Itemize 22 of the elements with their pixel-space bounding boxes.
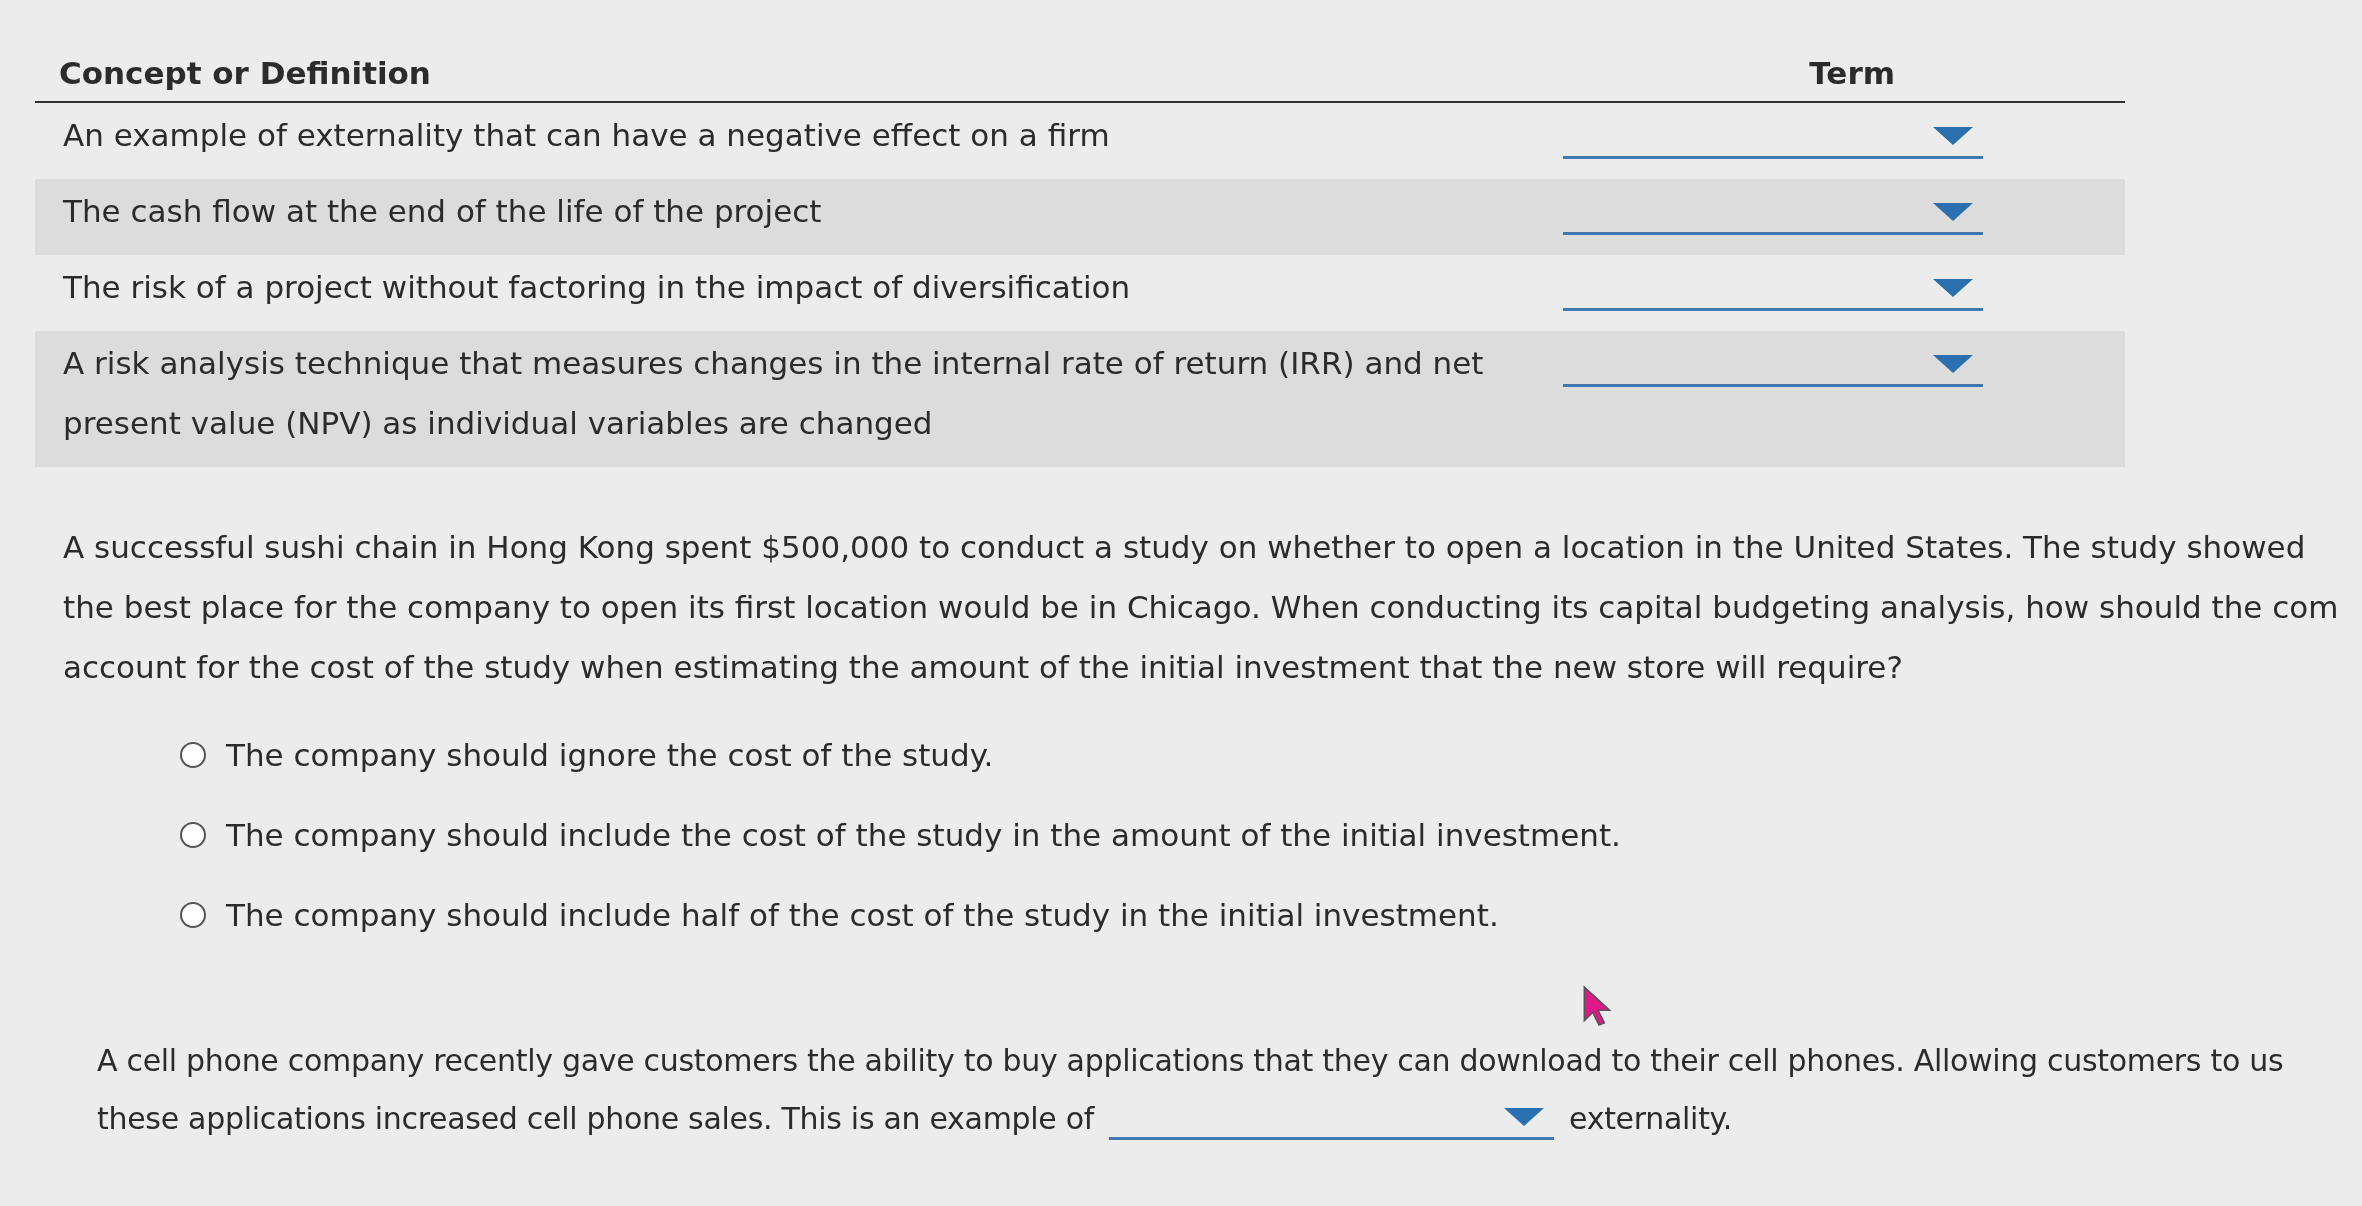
option-label: The company should include half of the cost of the study in the initial investment. [226, 897, 1499, 933]
radio-button[interactable] [180, 742, 206, 768]
column-header: Term [1809, 55, 1895, 91]
radio-button[interactable] [180, 822, 206, 848]
definition-text: An example of externality that can have a negative effect on a firm [63, 116, 1111, 155]
question-text: A successful sushi chain in Hong Kong spent $500,000 to conduct a study on whether to open a location in the United States. The study showed the best place for the company to open its first location would be in Chicago. When conducting its capital budgeting analysis, how should the com account for the cost of the study when estimating the amount of the initial investment that the new store will require? [63, 528, 2340, 687]
dropdown-arrow-icon [1504, 1107, 1545, 1128]
dropdown-arrow-icon [1933, 354, 1973, 375]
option-label: The company should ignore the cost of the study. [226, 737, 994, 773]
question-text: A cell phone company recently gave customers the ability to buy applications that they can download to their cell phones. Allowing customers to us [97, 1042, 2284, 1080]
definition-text: The risk of a project without factoring in the impact of diversification [63, 268, 1132, 307]
dropdown-arrow-icon [1933, 202, 1973, 223]
mouse-pointer-icon [1582, 985, 1614, 1027]
question-text: externality. [1569, 1100, 1733, 1138]
definition-text: A risk analysis technique that measures changes in the internal rate of return (IRR) and net present value (NPV) as individual variables are changed [63, 344, 1485, 443]
question-text: these applications increased cell phone sales. This is an example of [97, 1100, 1095, 1138]
dropdown-arrow-icon [1933, 278, 1973, 299]
radio-button[interactable] [180, 902, 206, 928]
definition-text: The cash flow at the end of the life of the project [63, 192, 823, 231]
option-label: The company should include the cost of the study in the amount of the initial investment. [226, 817, 1621, 853]
column-header: Concept or Definition [59, 55, 431, 91]
dropdown-arrow-icon [1933, 126, 1973, 147]
